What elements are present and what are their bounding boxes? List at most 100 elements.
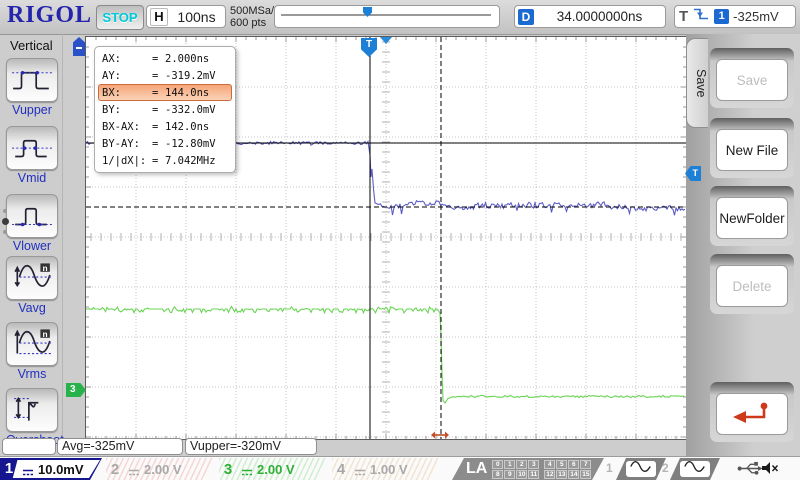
vmid-button[interactable] — [6, 126, 58, 170]
timebase-value: 100ns — [168, 9, 225, 25]
channel-3-scale: 2.00 V — [257, 462, 295, 477]
digital-channel-grid: 0123891011456712131415 — [492, 460, 591, 479]
menu-item-label: Vavg — [6, 301, 58, 315]
source-2-label: 2 — [662, 461, 669, 475]
delete-button[interactable]: Delete — [716, 265, 788, 307]
menu-tab-save[interactable]: Save — [686, 38, 708, 128]
softkey-panel: Save Save New File NewFolder Delete — [686, 34, 800, 458]
cursor-row-ay: AY:=-319.2mV — [98, 67, 232, 84]
memory-depth: 600 pts — [230, 17, 280, 29]
top-status-bar: RIGOL STOP H 100ns 500MSa/s 600 pts D 34… — [0, 0, 800, 35]
cursor-row-by-ay: BY-AY:=-12.80mV — [98, 135, 232, 152]
channel-2-scale: 2.00 V — [144, 462, 182, 477]
trigger-delay-box[interactable]: D 34.0000000ns — [514, 5, 666, 28]
logic-analyzer-indicator[interactable]: LA 0123891011456712131415 — [452, 458, 604, 480]
oscilloscope-app: RIGOL STOP H 100ns 500MSa/s 600 pts D 34… — [0, 0, 800, 480]
run-state-indicator[interactable]: STOP — [96, 5, 144, 30]
la-label: LA — [466, 460, 487, 478]
overshoot-icon — [11, 392, 53, 429]
menu-item-vrms[interactable]: n Vrms — [6, 322, 58, 381]
menu-item-label: Vlower — [6, 239, 58, 253]
memory-position-bar[interactable] — [274, 5, 500, 28]
vertical-measure-menu: Vertical VupperVmidVlowernVavgnVrmsOvers… — [0, 34, 63, 458]
newfolder-button[interactable]: NewFolder — [716, 197, 788, 239]
menu-item-label: Vmid — [6, 171, 58, 185]
softkey-new-file[interactable]: New File — [710, 118, 794, 178]
dc-coupling-icon — [127, 464, 141, 474]
trigger-label: T — [679, 8, 688, 25]
channel-3-number: 3 — [219, 461, 237, 478]
horizontal-label: H — [150, 8, 168, 26]
softkey-newfolder[interactable]: NewFolder — [710, 186, 794, 246]
measure-label-avg: Avg=-325mV — [57, 438, 183, 455]
acquisition-info: 500MSa/s 600 pts — [230, 5, 280, 29]
channel-2-number: 2 — [106, 461, 124, 478]
channel-4-number: 4 — [332, 461, 350, 478]
back-button[interactable] — [716, 393, 788, 435]
menu-item-vavg[interactable]: n Vavg — [6, 256, 58, 315]
menu-title: Vertical — [10, 38, 62, 53]
dc-coupling-icon — [21, 464, 35, 474]
memory-waveform-icon — [277, 8, 497, 27]
channel-1-number: 1 — [0, 458, 18, 480]
trigger-info-box[interactable]: T 1 -325mV — [674, 5, 796, 28]
vlower-button[interactable] — [6, 194, 58, 238]
avg-sine-icon: n — [11, 260, 53, 297]
vrms-button[interactable]: n — [6, 322, 58, 366]
channel-2-indicator[interactable]: 2 2.00 V — [106, 458, 214, 480]
pulse-top-icon — [11, 62, 53, 99]
vupper-button[interactable] — [6, 58, 58, 102]
rigol-logo: RIGOL — [7, 2, 92, 29]
softkey-save[interactable]: Save — [710, 48, 794, 108]
channel-status-bar: 1 10.0mV 2 2.00 V 3 2.00 V 4 1.00 V LA 0123891011… — [0, 456, 800, 480]
channel-1-indicator[interactable]: 1 10.0mV — [0, 458, 102, 480]
cursor-row-bx: BX:=144.0ns — [98, 84, 232, 101]
menu-item-vlower[interactable]: Vlower — [6, 194, 58, 253]
menu-item-vupper[interactable]: Vupper — [6, 58, 58, 117]
new-file-button[interactable]: New File — [716, 129, 788, 171]
speaker-muted-icon — [760, 461, 779, 480]
cursor-readout-box: AX:=2.000nsAY:=-319.2mVBX:=144.0nsBY:=-3… — [94, 46, 236, 173]
source-1-output[interactable] — [616, 458, 666, 480]
channel-3-indicator[interactable]: 3 2.00 V — [219, 458, 327, 480]
svg-text:n: n — [43, 328, 48, 338]
delay-label: D — [518, 9, 534, 25]
svg-text:n: n — [43, 262, 48, 272]
vavg-button[interactable]: n — [6, 256, 58, 300]
ch1-offscreen-position-marker[interactable] — [73, 37, 85, 56]
ch3-position-marker[interactable]: 3 — [66, 383, 86, 397]
falling-edge-icon — [692, 7, 710, 27]
cursor-row-ax: AX:=2.000ns — [98, 50, 232, 67]
channel-4-scale: 1.00 V — [370, 462, 408, 477]
channel-4-indicator[interactable]: 4 1.00 V — [332, 458, 440, 480]
sine-icon — [683, 460, 707, 478]
trigger-level-value: -325mV — [733, 9, 779, 24]
waveform-display[interactable]: AX:=2.000nsAY:=-319.2mVBX:=144.0nsBY:=-3… — [85, 36, 687, 440]
return-arrow-icon — [729, 400, 775, 429]
pulse-bottom-icon — [11, 198, 53, 235]
cursor-row-by: BY:=-332.0mV — [98, 101, 232, 118]
dc-coupling-icon — [353, 464, 367, 474]
rms-sine-icon: n — [11, 326, 53, 363]
cursor-row-bx-ax: BX-AX:=142.0ns — [98, 118, 232, 135]
menu-item-vmid[interactable]: Vmid — [6, 126, 58, 185]
sine-icon — [629, 460, 653, 478]
source-2-output[interactable] — [670, 458, 720, 480]
menu-item-label: Vrms — [6, 367, 58, 381]
cursor-b-drag-handle[interactable] — [430, 427, 450, 445]
cursor-row-1dx: 1/|dX|:=7.042MHz — [98, 152, 232, 169]
sample-rate: 500MSa/s — [230, 5, 280, 17]
measure-label-empty — [2, 438, 56, 455]
softkey-back[interactable] — [710, 382, 794, 442]
overshoot-button[interactable] — [6, 388, 58, 432]
save-button[interactable]: Save — [716, 59, 788, 101]
softkey-delete[interactable]: Delete — [710, 254, 794, 314]
dc-coupling-icon — [240, 464, 254, 474]
measure-label-vupper: Vupper=-320mV — [185, 438, 317, 455]
usb-icon — [736, 461, 763, 480]
channel-1-scale: 10.0mV — [38, 462, 84, 477]
source-1-label: 1 — [606, 461, 613, 475]
menu-page-dots — [1, 204, 9, 239]
horizontal-timebase-box[interactable]: H 100ns — [146, 5, 226, 28]
menu-item-label: Vupper — [6, 103, 58, 117]
